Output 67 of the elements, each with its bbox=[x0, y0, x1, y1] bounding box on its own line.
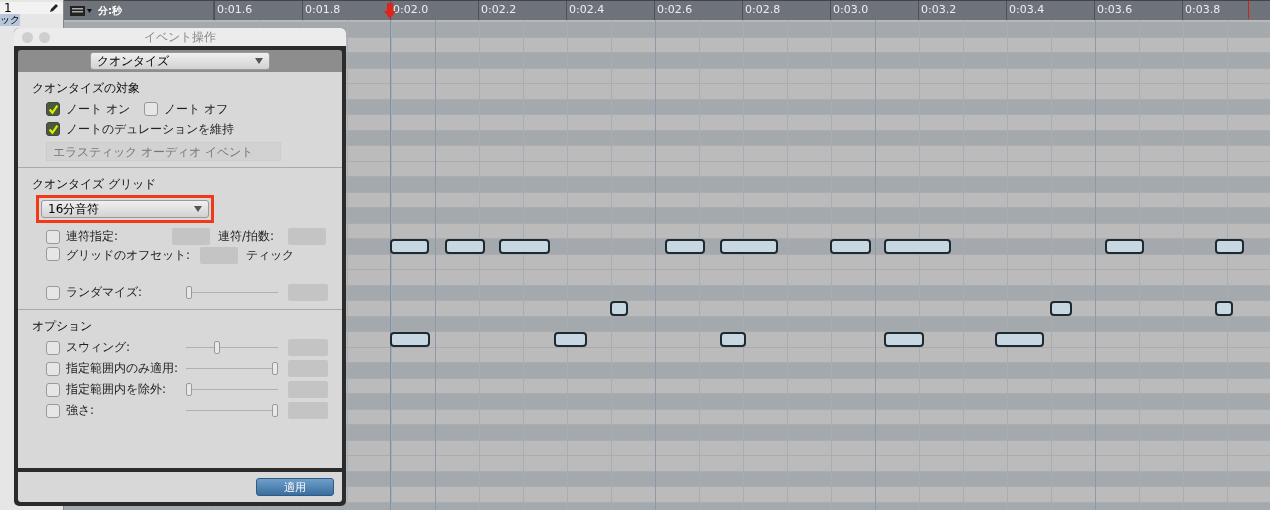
slider-thumb[interactable] bbox=[186, 285, 192, 299]
field-label: 連符/拍数: bbox=[217, 228, 274, 245]
checkbox-label[interactable]: グリッドのオフセット: bbox=[66, 247, 194, 264]
ruler-label: 0:03.2 bbox=[918, 1, 1006, 20]
slider-thumb[interactable] bbox=[214, 340, 221, 354]
ruler-label: 0:02.8 bbox=[742, 1, 830, 20]
apply-button[interactable]: 適用 bbox=[256, 478, 334, 496]
unit-label: ティック bbox=[246, 247, 294, 264]
midi-note[interactable] bbox=[390, 332, 430, 347]
midi-note[interactable] bbox=[554, 332, 587, 347]
checkbox-label[interactable]: スウィング: bbox=[66, 339, 180, 356]
midi-note[interactable] bbox=[665, 239, 705, 254]
section-heading: クオンタイズ グリッド bbox=[32, 176, 157, 193]
slider-thumb[interactable] bbox=[272, 403, 278, 417]
ruler-label: 0:03.6 bbox=[1094, 1, 1182, 20]
ruler-label: 0:02.6 bbox=[654, 1, 742, 20]
checkbox[interactable] bbox=[46, 247, 60, 261]
checkbox-label[interactable]: ランダマイズ: bbox=[66, 284, 180, 301]
checkbox[interactable] bbox=[143, 102, 158, 116]
caret-icon bbox=[255, 58, 263, 64]
midi-note[interactable] bbox=[1050, 301, 1072, 316]
checkbox-label[interactable]: ノートのデュレーションを維持 bbox=[66, 120, 234, 138]
checkbox-label[interactable]: 連符指定: bbox=[66, 228, 166, 245]
checkbox-label[interactable]: 強さ: bbox=[66, 402, 180, 419]
checkbox[interactable] bbox=[46, 122, 60, 136]
midi-note[interactable] bbox=[1215, 239, 1244, 254]
track-number: 1 bbox=[4, 1, 12, 15]
ruler-label: 0:01.6 bbox=[214, 1, 302, 20]
checkbox-label[interactable]: 指定範囲内のみ適用: bbox=[66, 360, 180, 377]
midi-note[interactable] bbox=[720, 332, 746, 347]
midi-note[interactable] bbox=[1215, 301, 1233, 316]
ruler-label: 0:03.4 bbox=[1006, 1, 1094, 20]
track-name[interactable]: ック bbox=[0, 14, 20, 26]
view-mode-label[interactable]: 分:秒 bbox=[98, 3, 122, 18]
checkbox[interactable] bbox=[46, 285, 60, 300]
checkbox[interactable] bbox=[46, 102, 60, 116]
checkbox[interactable] bbox=[46, 382, 60, 397]
midi-note[interactable] bbox=[610, 301, 628, 316]
menu-icon[interactable] bbox=[70, 5, 92, 16]
midi-note[interactable] bbox=[1105, 239, 1144, 254]
window-title: イベント操作 bbox=[144, 28, 216, 46]
midi-note[interactable] bbox=[390, 239, 429, 254]
checkbox-label[interactable]: ノート オン bbox=[66, 100, 130, 118]
checkbox[interactable] bbox=[46, 361, 60, 376]
ruler-label: 0:03.0 bbox=[830, 1, 918, 20]
checkbox[interactable] bbox=[46, 229, 60, 244]
grid-dropdown[interactable]: 16分音符 bbox=[41, 200, 209, 218]
midi-note[interactable] bbox=[499, 239, 550, 254]
pencil-icon[interactable] bbox=[49, 3, 59, 13]
midi-note[interactable] bbox=[445, 239, 485, 254]
checkbox-label[interactable]: 指定範囲内を除外: bbox=[66, 381, 180, 398]
midi-note[interactable] bbox=[720, 239, 778, 254]
midi-note[interactable] bbox=[830, 239, 871, 254]
slider-thumb[interactable] bbox=[272, 361, 278, 375]
midi-note[interactable] bbox=[884, 332, 924, 347]
ruler-label: 0:02.2 bbox=[478, 1, 566, 20]
caret-icon bbox=[194, 206, 202, 212]
checkbox[interactable] bbox=[46, 403, 60, 418]
checkbox[interactable] bbox=[46, 340, 60, 355]
section-heading: クオンタイズの対象 bbox=[32, 80, 141, 97]
section-heading: オプション bbox=[32, 318, 93, 335]
slider-thumb[interactable] bbox=[186, 382, 192, 396]
midi-note[interactable] bbox=[884, 239, 951, 254]
checkbox-label[interactable]: ノート オフ bbox=[163, 100, 228, 118]
operation-dropdown[interactable]: クオンタイズ bbox=[90, 52, 270, 70]
midi-note[interactable] bbox=[995, 332, 1044, 347]
ruler-label: 0:02.4 bbox=[566, 1, 654, 20]
